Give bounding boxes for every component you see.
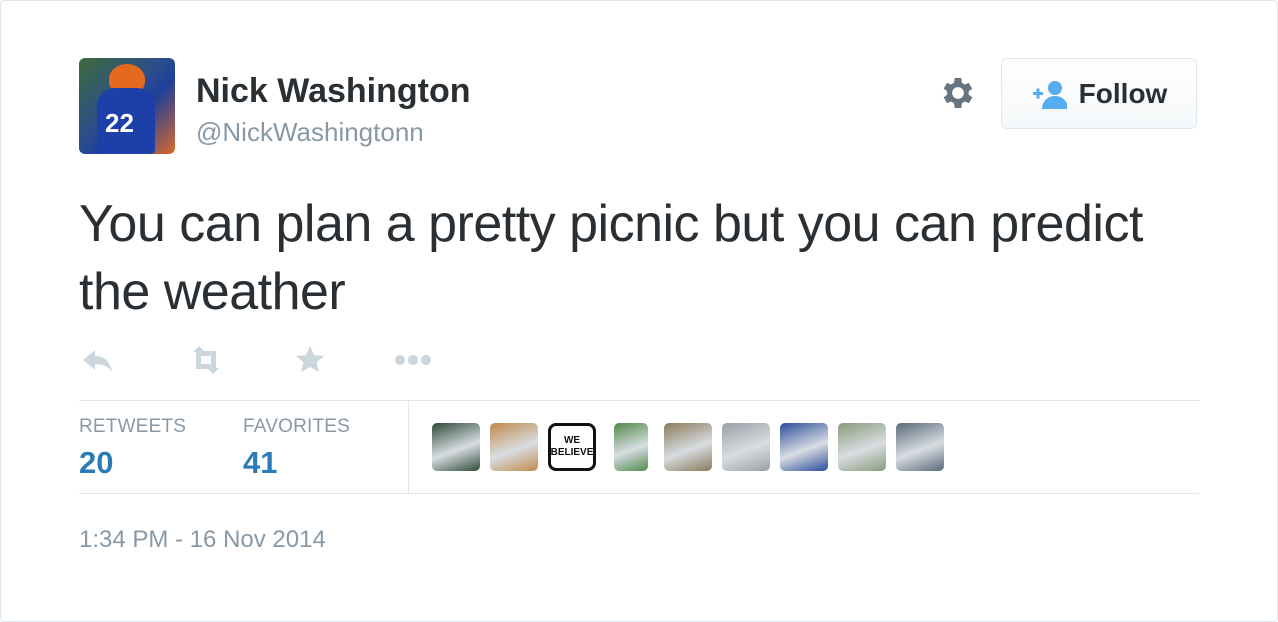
favorites-label[interactable]: FAVORITES bbox=[243, 416, 350, 438]
favoriter-avatar[interactable] bbox=[722, 423, 770, 471]
badge-text-line1: WE bbox=[563, 435, 581, 446]
add-user-icon bbox=[1032, 80, 1067, 109]
favoriter-avatar-we-believe[interactable]: WE BELIEVE bbox=[548, 423, 596, 471]
user-handle[interactable]: @NickWashingtonn bbox=[196, 117, 424, 148]
favoriter-avatar[interactable] bbox=[896, 423, 944, 471]
tweet-text: You can plan a pretty picnic but you can… bbox=[79, 195, 1143, 321]
favoriter-avatar[interactable] bbox=[664, 423, 712, 471]
reply-icon[interactable] bbox=[79, 340, 115, 380]
favoriter-avatar[interactable] bbox=[432, 423, 480, 471]
gear-icon[interactable] bbox=[938, 73, 978, 113]
favoriter-avatar[interactable] bbox=[838, 423, 886, 471]
favorites-count[interactable]: 41 bbox=[243, 445, 277, 481]
retweets-count[interactable]: 20 bbox=[79, 445, 113, 481]
user-name[interactable]: Nick Washington bbox=[196, 72, 471, 111]
favoriter-avatar[interactable] bbox=[614, 423, 648, 471]
favoriter-avatar[interactable] bbox=[490, 423, 538, 471]
stats-bottom-divider bbox=[79, 493, 1199, 494]
star-icon[interactable] bbox=[293, 340, 327, 380]
stats-top-divider bbox=[79, 400, 1199, 401]
stats-vertical-divider bbox=[408, 401, 409, 493]
badge-text-line2: BELIEVE bbox=[550, 447, 594, 458]
more-icon[interactable] bbox=[392, 340, 434, 380]
retweet-icon[interactable] bbox=[185, 340, 227, 380]
avatar[interactable]: 22 bbox=[79, 58, 175, 154]
follow-button[interactable]: Follow bbox=[1001, 58, 1197, 129]
tweet-timestamp[interactable]: 1:34 PM - 16 Nov 2014 bbox=[79, 526, 326, 554]
retweets-label[interactable]: RETWEETS bbox=[79, 416, 186, 438]
avatar-jersey-number: 22 bbox=[105, 108, 134, 138]
follow-button-label: Follow bbox=[1078, 77, 1168, 109]
favoriter-avatar[interactable] bbox=[780, 423, 828, 471]
